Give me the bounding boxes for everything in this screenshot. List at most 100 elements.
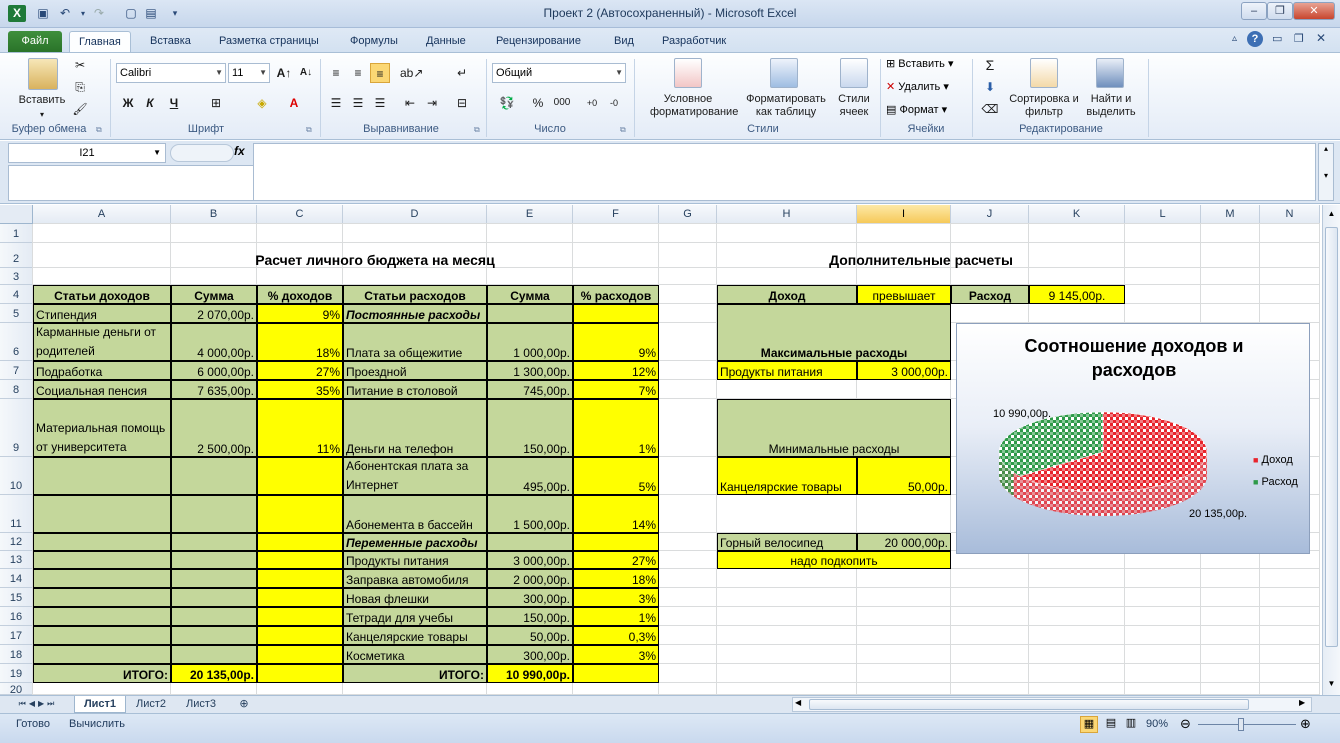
income-sum-cell[interactable] <box>171 645 257 664</box>
expense-pct-cell[interactable] <box>573 304 659 323</box>
clipboard-launcher-icon[interactable]: ⧉ <box>96 125 102 135</box>
name-box[interactable]: I21 ▼ <box>8 143 166 163</box>
font-color-icon[interactable]: A <box>284 93 304 113</box>
row-header-3[interactable]: 3 <box>0 268 33 285</box>
paste-dropdown-icon[interactable]: ▾ <box>24 108 60 121</box>
expense-pct[interactable]: 14% <box>573 495 659 533</box>
extra-expense-value[interactable]: 9 145,00р. <box>1029 285 1125 304</box>
expense-name[interactable]: Новая флешки <box>343 588 487 607</box>
expense-sum-cell[interactable] <box>487 533 573 551</box>
income-total-pct[interactable] <box>257 664 343 683</box>
expense-name[interactable]: Абонентская плата за Интернет <box>343 457 487 495</box>
font-name-select[interactable]: Calibri ▼ <box>116 63 226 83</box>
income-pct[interactable]: 27% <box>257 361 343 380</box>
doc-minimize-icon[interactable]: ▭ <box>1272 32 1282 45</box>
row-header-10[interactable]: 10 <box>0 457 33 495</box>
income-pct-cell[interactable] <box>257 626 343 645</box>
find-select-icon[interactable] <box>1096 58 1124 88</box>
select-all-corner[interactable] <box>0 205 33 224</box>
increase-decimal-icon[interactable]: +0 <box>582 93 602 113</box>
title-right-cell[interactable]: Дополнительные расчеты <box>717 243 1125 268</box>
max-expense-value[interactable]: 3 000,00р. <box>857 361 951 380</box>
grow-font-icon[interactable]: A↑ <box>274 63 294 83</box>
column-header-g[interactable]: G <box>659 205 717 224</box>
row-header-7[interactable]: 7 <box>0 361 33 380</box>
header-cell[interactable]: % доходов <box>257 285 343 304</box>
decrease-decimal-icon[interactable]: -0 <box>604 93 624 113</box>
header-cell[interactable]: Сумма <box>487 285 573 304</box>
income-pct[interactable]: 35% <box>257 380 343 399</box>
page-layout-view-icon[interactable]: ▤ <box>1102 716 1120 733</box>
close-button[interactable]: ✕ <box>1293 2 1335 20</box>
scroll-down-icon[interactable]: ▼ <box>1324 679 1339 693</box>
scroll-right-icon[interactable]: ▶ <box>1299 698 1305 707</box>
column-header-i[interactable]: I <box>857 205 951 224</box>
insert-cells-button[interactable]: ⊞ Вставить ▾ <box>886 57 954 70</box>
income-name-cell[interactable] <box>33 626 171 645</box>
expense-name[interactable]: Косметика <box>343 645 487 664</box>
max-expense-label[interactable]: Максимальные расходы <box>717 304 951 361</box>
expense-sum[interactable]: 1 300,00р. <box>487 361 573 380</box>
column-header-j[interactable]: J <box>951 205 1029 224</box>
tab-insert[interactable]: Вставка <box>141 31 200 52</box>
cut-icon[interactable]: ✂ <box>70 55 90 75</box>
income-pct[interactable]: 18% <box>257 323 343 361</box>
income-pct[interactable]: 9% <box>257 304 343 323</box>
worksheet-grid[interactable]: ABCDEFGHIJKLMN 1 2 3 4 5 6 7 8 9 10 11 12 13 14 15 16 17… <box>0 205 1322 695</box>
row-header-4[interactable]: 4 <box>0 285 33 304</box>
income-sum-cell[interactable] <box>171 533 257 551</box>
column-header-f[interactable]: F <box>573 205 659 224</box>
expense-pct-cell[interactable] <box>573 533 659 551</box>
orientation-icon[interactable]: ab↗ <box>400 63 423 83</box>
income-name-cell[interactable] <box>33 495 171 533</box>
row-header-5[interactable]: 5 <box>0 304 33 323</box>
bold-button[interactable]: Ж <box>118 93 138 113</box>
paste-icon[interactable] <box>28 58 58 90</box>
cell-styles-icon[interactable] <box>840 58 868 88</box>
row-header-16[interactable]: 16 <box>0 607 33 626</box>
zoom-out-icon[interactable]: ⊖ <box>1180 716 1191 732</box>
expense-sum-cell[interactable] <box>487 304 573 323</box>
min-expense-value[interactable]: 50,00р. <box>857 457 951 495</box>
income-pct-cell[interactable] <box>257 588 343 607</box>
income-pct-cell[interactable] <box>257 533 343 551</box>
expense-pct[interactable]: 3% <box>573 588 659 607</box>
formula-expand-icon[interactable]: ▴ ▾ <box>1318 143 1334 201</box>
ribbon-minimize-icon[interactable]: ▵ <box>1232 33 1237 44</box>
scroll-left-icon[interactable]: ◀ <box>795 698 801 707</box>
clear-icon[interactable]: ⌫ <box>980 99 1000 119</box>
autosum-icon[interactable]: Σ <box>980 55 1000 75</box>
income-name[interactable]: Стипендия <box>33 304 171 323</box>
expense-name[interactable]: Абонемента в бассейн <box>343 495 487 533</box>
expense-name[interactable]: Заправка автомобиля <box>343 569 487 588</box>
wrap-text-icon[interactable]: ↵ <box>452 63 472 83</box>
min-expense-item[interactable]: Канцелярские товары <box>717 457 857 495</box>
expense-total-value[interactable]: 10 990,00р. <box>487 664 573 683</box>
tab-review[interactable]: Рецензирование <box>487 31 590 52</box>
goal-value[interactable]: 20 000,00р. <box>857 533 951 551</box>
header-cell[interactable]: % расходов <box>573 285 659 304</box>
expense-sum[interactable]: 150,00р. <box>487 607 573 626</box>
align-left-icon[interactable]: ☰ <box>326 93 346 113</box>
expense-total-label[interactable]: ИТОГО: <box>343 664 487 683</box>
expense-total-pct[interactable] <box>573 664 659 683</box>
income-name[interactable]: Социальная пенсия <box>33 380 171 399</box>
income-name-cell[interactable] <box>33 569 171 588</box>
income-name[interactable]: Карманные деньги от родителей <box>33 323 171 361</box>
min-expense-label[interactable]: Минимальные расходы <box>717 399 951 457</box>
expense-name[interactable]: Плата за общежитие <box>343 323 487 361</box>
zoom-level[interactable]: 90% <box>1146 718 1168 730</box>
expense-sum[interactable]: 300,00р. <box>487 645 573 664</box>
vertical-scrollbar[interactable]: ▲ ▼ <box>1322 205 1340 695</box>
fill-icon[interactable]: ⬇ <box>980 77 1000 97</box>
number-format-select[interactable]: Общий ▼ <box>492 63 626 83</box>
expense-pct[interactable]: 0,3% <box>573 626 659 645</box>
format-as-table-icon[interactable] <box>770 58 798 88</box>
format-as-table-button[interactable]: Форматировать как таблицу <box>740 93 832 119</box>
copy-icon[interactable]: ⎘ <box>70 77 90 97</box>
paste-button[interactable]: Вставить <box>12 94 72 107</box>
column-header-n[interactable]: N <box>1260 205 1320 224</box>
expense-sum[interactable]: 150,00р. <box>487 399 573 457</box>
income-pct[interactable]: 11% <box>257 399 343 457</box>
income-name-cell[interactable] <box>33 457 171 495</box>
